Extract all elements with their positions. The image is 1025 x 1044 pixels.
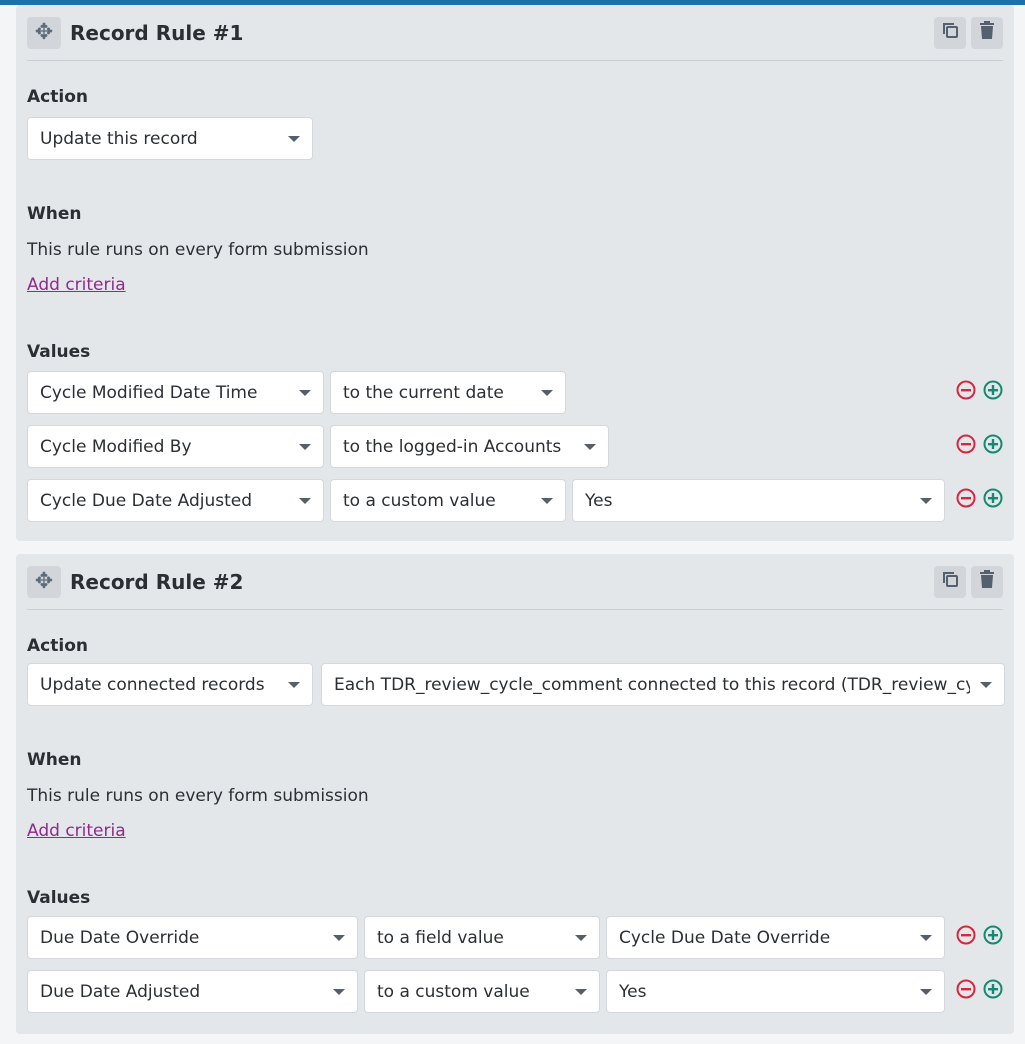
chevron-down-icon: [333, 988, 345, 995]
operator-select[interactable]: to a custom value: [330, 479, 566, 522]
chevron-down-icon: [541, 497, 553, 504]
remove-row-icon[interactable]: [956, 380, 976, 405]
record-rule-1: ✥ Record Rule #1 Action Update this reco…: [16, 5, 1014, 541]
chevron-down-icon: [920, 934, 932, 941]
trash-icon: [979, 21, 995, 44]
copy-icon: [941, 21, 959, 44]
value-row: Cycle Modified Date Time to the current d…: [27, 371, 1003, 414]
value-select[interactable]: Yes: [572, 479, 945, 522]
chevron-down-icon: [920, 988, 932, 995]
add-criteria-link[interactable]: Add criteria: [27, 274, 126, 296]
action-select[interactable]: Each TDR_review_cycle_comment connected …: [321, 663, 1005, 706]
when-description: This rule runs on every form submission: [27, 786, 369, 806]
value-row: Due Date Override to a field value Cycle D…: [27, 916, 1003, 959]
add-row-icon[interactable]: [983, 434, 1003, 459]
values-label: Values: [27, 888, 91, 908]
delete-rule-button[interactable]: [971, 565, 1003, 598]
add-row-icon[interactable]: [983, 488, 1003, 513]
drag-handle-icon[interactable]: ✥: [27, 16, 61, 49]
copy-icon: [941, 570, 959, 593]
copy-rule-button[interactable]: [934, 565, 966, 598]
chevron-down-icon: [575, 988, 587, 995]
remove-row-icon[interactable]: [956, 925, 976, 950]
when-description: This rule runs on every form submission: [27, 240, 369, 260]
operator-select[interactable]: to the current date: [330, 371, 566, 414]
drag-handle-icon[interactable]: ✥: [27, 565, 61, 598]
add-row-icon[interactable]: [983, 979, 1003, 1004]
field-select[interactable]: Cycle Due Date Adjusted: [27, 479, 324, 522]
operator-select[interactable]: to the logged-in Accounts: [330, 425, 609, 468]
remove-row-icon[interactable]: [956, 434, 976, 459]
add-row-icon[interactable]: [983, 380, 1003, 405]
values-label: Values: [27, 342, 91, 362]
chevron-down-icon: [288, 681, 300, 688]
action-label: Action: [27, 636, 88, 656]
chevron-down-icon: [575, 934, 587, 941]
field-select[interactable]: Cycle Modified By: [27, 425, 324, 468]
add-row-icon[interactable]: [983, 925, 1003, 950]
rule-title: Record Rule #2: [70, 569, 244, 594]
copy-rule-button[interactable]: [934, 16, 966, 49]
value-select[interactable]: Cycle Due Date Override: [606, 916, 945, 959]
rule-header: ✥ Record Rule #2: [27, 554, 1003, 610]
chevron-down-icon: [584, 443, 596, 450]
chevron-down-icon: [920, 497, 932, 504]
add-criteria-link[interactable]: Add criteria: [27, 820, 126, 842]
field-select[interactable]: Due Date Adjusted: [27, 970, 358, 1013]
chevron-down-icon: [299, 443, 311, 450]
when-label: When: [27, 204, 82, 224]
action-select[interactable]: Update connected records: [27, 663, 313, 706]
trash-icon: [979, 570, 995, 593]
value-row: Cycle Modified By to the logged-in Accoun…: [27, 425, 1003, 468]
chevron-down-icon: [299, 389, 311, 396]
value-select[interactable]: Yes: [606, 970, 945, 1013]
remove-row-icon[interactable]: [956, 979, 976, 1004]
rule-title: Record Rule #1: [70, 20, 244, 45]
chevron-down-icon: [333, 934, 345, 941]
action-label: Action: [27, 87, 88, 107]
field-select[interactable]: Due Date Override: [27, 916, 358, 959]
value-row: Due Date Adjusted to a custom value Yes: [27, 970, 1003, 1013]
delete-rule-button[interactable]: [971, 16, 1003, 49]
chevron-down-icon: [980, 681, 992, 688]
record-rule-2: ✥ Record Rule #2 Action Update connected…: [16, 554, 1014, 1034]
operator-select[interactable]: to a field value: [364, 916, 600, 959]
remove-row-icon[interactable]: [956, 488, 976, 513]
action-select[interactable]: Update this record: [27, 117, 313, 160]
field-select[interactable]: Cycle Modified Date Time: [27, 371, 324, 414]
chevron-down-icon: [288, 135, 300, 142]
chevron-down-icon: [299, 497, 311, 504]
when-label: When: [27, 750, 82, 770]
operator-select[interactable]: to a custom value: [364, 970, 600, 1013]
chevron-down-icon: [541, 389, 553, 396]
rule-header: ✥ Record Rule #1: [27, 5, 1003, 61]
value-row: Cycle Due Date Adjusted to a custom value…: [27, 479, 1003, 522]
